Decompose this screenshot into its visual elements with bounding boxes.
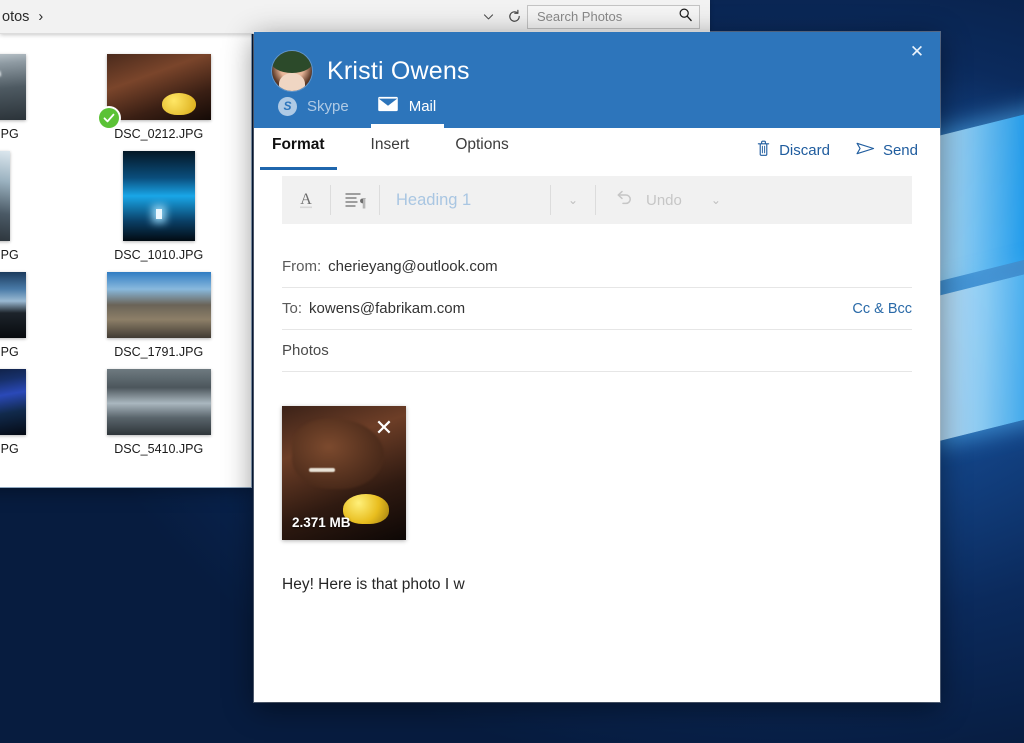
subject-field[interactable]: Photos xyxy=(282,330,912,372)
attachment-image-streak xyxy=(309,468,335,472)
to-value: kowens@fabrikam.com xyxy=(309,300,465,317)
photos-app-header: otos › Search Photos xyxy=(0,0,710,34)
svg-text:¶: ¶ xyxy=(360,195,366,210)
undo-button[interactable]: Undo ⌄ xyxy=(596,176,738,224)
message-body-text[interactable]: Hey! Here is that photo I w xyxy=(282,576,912,594)
attachment-size-label: 2.371 MB xyxy=(292,515,351,530)
close-icon[interactable]: ✕ xyxy=(894,32,940,72)
share-tab-mail[interactable]: Mail xyxy=(371,90,459,128)
from-field[interactable]: From: cherieyang@outlook.com xyxy=(282,246,912,288)
undo-chevron-down-icon[interactable]: ⌄ xyxy=(694,176,738,224)
photo-tile[interactable]: DSC_0202.JPG xyxy=(0,48,67,143)
tab-format[interactable]: Format xyxy=(272,128,325,172)
skype-icon: S xyxy=(278,97,297,116)
formatting-toolbar: A ¶ Heading 1 ⌄ Undo ⌄ xyxy=(282,176,912,224)
refresh-icon[interactable] xyxy=(501,4,527,30)
breadcrumb-chevron-icon[interactable]: › xyxy=(38,9,43,25)
share-compose-window: Kristi Owens S Skype Mail ✕ Format Inser… xyxy=(254,32,940,702)
photo-tile[interactable]: DSC_5410.JPG xyxy=(67,363,252,458)
share-tab-skype-label: Skype xyxy=(307,98,349,115)
svg-text:A: A xyxy=(300,191,312,208)
photo-thumbnail[interactable] xyxy=(107,272,211,338)
compose-fields: From: cherieyang@outlook.com To: kowens@… xyxy=(254,224,940,372)
tab-insert[interactable]: Insert xyxy=(371,128,410,172)
photos-grid: DSC_0202.JPG DSC_0212.JPG DSC_0901.JPG D… xyxy=(0,34,251,458)
style-chevron-down-icon[interactable]: ⌄ xyxy=(551,176,595,224)
photo-filename: DSC_0212.JPG xyxy=(114,127,203,141)
photo-thumbnail[interactable] xyxy=(107,54,211,120)
photo-filename: DSC_0901.JPG xyxy=(0,248,19,262)
from-value: cherieyang@outlook.com xyxy=(328,258,497,275)
from-label: From: xyxy=(282,258,321,275)
search-input[interactable]: Search Photos xyxy=(527,5,700,29)
send-icon xyxy=(856,141,875,160)
photo-tile[interactable]: DSC_1791.JPG xyxy=(67,266,252,361)
photo-tile[interactable]: DSC_1789.JPG xyxy=(0,266,67,361)
selected-check-icon xyxy=(99,108,119,128)
search-placeholder: Search Photos xyxy=(537,9,678,24)
photo-thumbnail[interactable] xyxy=(107,369,211,435)
photo-filename: DSC_5410.JPG xyxy=(114,442,203,456)
ribbon-tab-bar: Format Insert Options Discard xyxy=(254,128,940,172)
undo-label: Undo xyxy=(646,192,682,209)
to-field[interactable]: To: kowens@fabrikam.com Cc & Bcc xyxy=(282,288,912,330)
undo-icon xyxy=(614,189,634,211)
photo-tile[interactable]: DSC_0901.JPG xyxy=(0,145,67,264)
share-target-tabs: S Skype Mail xyxy=(272,90,458,128)
subject-value: Photos xyxy=(282,342,329,359)
envelope-icon xyxy=(377,96,399,116)
photo-filename: DSC_1791.JPG xyxy=(114,345,203,359)
paragraph-style-select[interactable]: Heading 1 xyxy=(380,191,550,210)
photo-thumbnail[interactable] xyxy=(0,54,26,120)
share-tab-skype[interactable]: S Skype xyxy=(272,90,371,128)
cc-bcc-button[interactable]: Cc & Bcc xyxy=(852,301,912,317)
photo-tile[interactable]: DSC_2232.JPG xyxy=(0,363,67,458)
photo-thumbnail[interactable] xyxy=(123,151,195,241)
ribbon-actions: Discard Send xyxy=(756,140,940,161)
photo-thumbnail[interactable] xyxy=(0,151,10,241)
photo-filename: DSC_1789.JPG xyxy=(0,345,19,359)
attachment-thumbnail[interactable]: ✕ 2.371 MB xyxy=(282,406,406,540)
share-tab-mail-label: Mail xyxy=(409,98,437,115)
discard-button[interactable]: Discard xyxy=(756,140,830,161)
search-icon[interactable] xyxy=(678,7,693,27)
photos-app-window: DSC_0202.JPG DSC_0212.JPG DSC_0901.JPG D… xyxy=(0,0,251,487)
contact-name: Kristi Owens xyxy=(327,57,470,86)
photo-tile[interactable]: DSC_0212.JPG xyxy=(67,48,252,143)
paragraph-icon[interactable]: ¶ xyxy=(331,176,379,224)
tab-options[interactable]: Options xyxy=(455,128,508,172)
photo-filename: DSC_1010.JPG xyxy=(114,248,203,262)
photo-thumbnail[interactable] xyxy=(0,369,26,435)
compose-body-area: ✕ 2.371 MB Hey! Here is that photo I w xyxy=(254,372,940,594)
photo-thumbnail[interactable] xyxy=(0,272,26,338)
breadcrumb-label[interactable]: otos xyxy=(2,9,29,25)
photo-tile[interactable]: DSC_1010.JPG xyxy=(67,145,252,264)
share-window-header: Kristi Owens S Skype Mail ✕ xyxy=(254,32,940,128)
discard-label: Discard xyxy=(779,142,830,159)
photo-filename: DSC_2232.JPG xyxy=(0,442,19,456)
avatar xyxy=(272,51,312,91)
chevron-down-icon[interactable] xyxy=(475,4,501,30)
send-button[interactable]: Send xyxy=(856,141,918,160)
trash-icon xyxy=(756,140,771,161)
to-label: To: xyxy=(282,300,302,317)
contact-row: Kristi Owens xyxy=(272,48,940,94)
breadcrumb[interactable]: otos › xyxy=(0,9,43,25)
font-color-icon[interactable]: A xyxy=(282,176,330,224)
send-label: Send xyxy=(883,142,918,159)
photo-filename: DSC_0202.JPG xyxy=(0,127,19,141)
remove-attachment-icon[interactable]: ✕ xyxy=(370,414,398,442)
